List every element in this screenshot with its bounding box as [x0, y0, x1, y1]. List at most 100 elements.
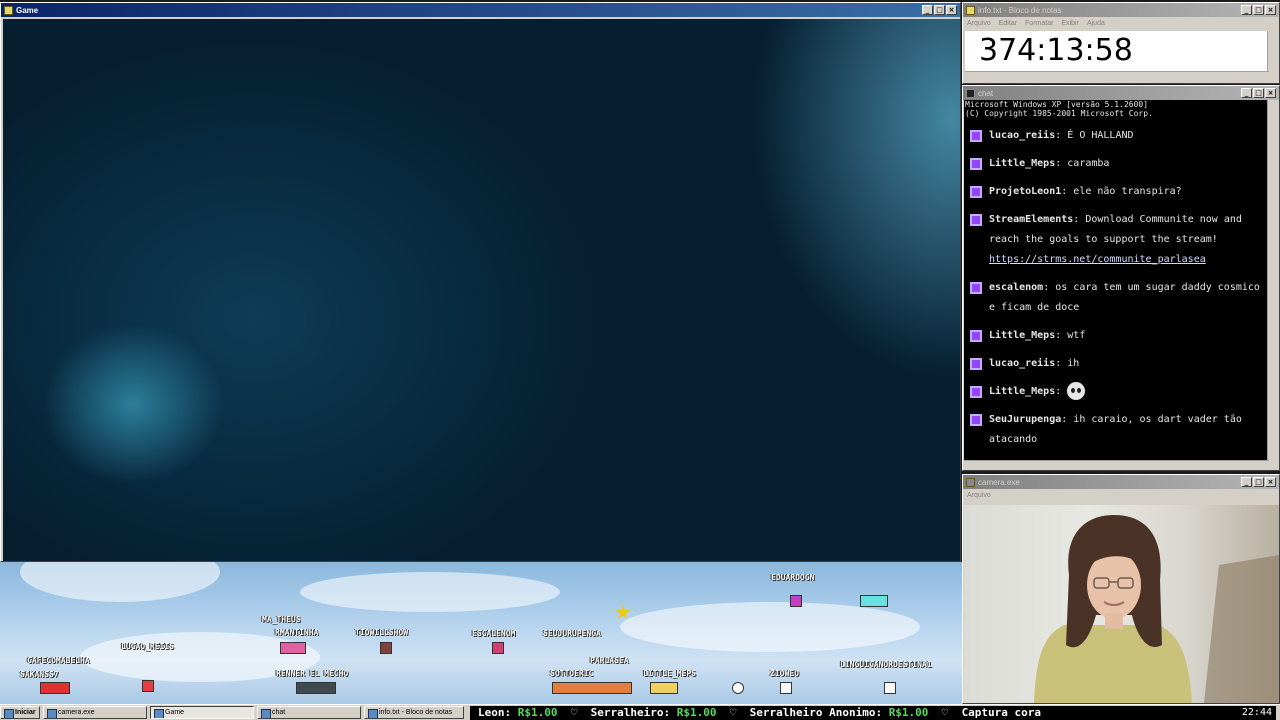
chat-username[interactable]: SeuJurupenga	[989, 414, 1061, 425]
chat-message: Little_Meps: wtf	[964, 326, 1269, 346]
game-window[interactable]: Game _ □ ×	[0, 2, 961, 562]
chat-username[interactable]: Little_Meps	[989, 158, 1055, 169]
avatar	[780, 682, 792, 694]
close-icon[interactable]: ×	[946, 5, 957, 15]
stream-scene: EDUARDOGN MA_THEUS RMANTINHA TIOWILLSHOW…	[0, 562, 962, 704]
menu-view[interactable]: Exibir	[1061, 20, 1079, 27]
game-viewport[interactable]	[3, 19, 960, 561]
menu-edit[interactable]: Editar	[999, 20, 1017, 27]
chat-hscroll[interactable]	[964, 460, 1269, 470]
cloud	[300, 572, 560, 612]
avatar	[380, 642, 392, 654]
notepad-vscroll[interactable]	[1267, 31, 1277, 71]
chat-vscroll[interactable]	[1267, 100, 1277, 460]
heart-icon: ♡	[935, 706, 955, 719]
minimize-icon[interactable]: _	[1241, 88, 1252, 98]
scene-username: EDUARDOGN	[771, 573, 815, 582]
chat-username[interactable]: Little_Meps	[989, 330, 1055, 341]
chat-username[interactable]: lucao_reiis	[989, 358, 1055, 369]
chat-message: ProjetoLeon1: ele não transpira?	[964, 182, 1269, 202]
chat-username[interactable]: lucao_reiis	[989, 130, 1055, 141]
webcam-feed	[964, 505, 1279, 703]
cloud	[20, 562, 220, 602]
taskbar-button-chat[interactable]: chat	[257, 706, 361, 719]
chat-username[interactable]: StreamElements	[989, 214, 1073, 225]
game-window-icon	[4, 5, 13, 15]
minimize-icon[interactable]: _	[1241, 5, 1252, 15]
chat-username[interactable]: ProjetoLeon1	[989, 186, 1061, 197]
avatar	[860, 595, 888, 607]
chat-username[interactable]: Little_Meps	[989, 386, 1055, 397]
menu-file[interactable]: Arquivo	[967, 20, 991, 27]
avatar	[40, 682, 70, 694]
avatar	[650, 682, 678, 694]
notepad-editor[interactable]: 374:13:58	[965, 31, 1269, 71]
close-icon[interactable]: ×	[1265, 88, 1276, 98]
avatar	[884, 682, 896, 694]
notepad-title: info.txt - Bloco de notas	[978, 5, 1062, 15]
menu-format[interactable]: Formatar	[1025, 20, 1053, 27]
ticker-amount: R$1.00	[888, 706, 929, 719]
platform-badge-icon	[970, 358, 982, 370]
cloud	[620, 602, 920, 652]
console-icon	[966, 88, 975, 98]
taskbar-button-notepad[interactable]: info.txt - Bloco de notas	[364, 706, 464, 719]
platform-badge-icon	[970, 330, 982, 342]
scene-username: ESCALENOM	[472, 629, 516, 638]
system-line: (C) Copyright 1985-2001 Microsoft Corp.	[965, 109, 1153, 118]
taskbar-button-game[interactable]: Game	[150, 706, 254, 719]
avatar	[732, 682, 744, 694]
scene-username: ZIOWEO	[770, 669, 799, 678]
scene-username: TIOWILLSHOW	[355, 628, 408, 637]
menu-file[interactable]: Arquivo	[967, 492, 991, 499]
chat-message: SeuJurupenga: ih caraio, os dart vader t…	[964, 410, 1269, 450]
platform-badge-icon	[970, 414, 982, 426]
maximize-icon[interactable]: □	[1253, 477, 1264, 487]
notepad-icon	[966, 5, 975, 15]
scene-username: PARLASEA	[590, 656, 629, 665]
minimize-icon[interactable]: _	[922, 5, 933, 15]
ticker-name: Serralheiro:	[590, 706, 671, 719]
maximize-icon[interactable]: □	[934, 5, 945, 15]
scene-username: RENNER EL MECHO	[276, 669, 349, 678]
chat-link[interactable]: https://strms.net/communite_parlasea	[989, 254, 1206, 265]
chat-message: Little_Meps: caramba	[964, 154, 1269, 174]
maximize-icon[interactable]: □	[1253, 88, 1264, 98]
notepad-window[interactable]: info.txt - Bloco de notas _ □ × Arquivo …	[962, 2, 1280, 84]
ticker-amount: R$1.00	[517, 706, 558, 719]
chat-window[interactable]: chat _ □ × Microsoft Windows XP [versão …	[962, 85, 1280, 471]
notepad-titlebar[interactable]: info.txt - Bloco de notas _ □ ×	[963, 3, 1279, 17]
platform-badge-icon	[970, 282, 982, 294]
menu-help[interactable]: Ajuda	[1087, 20, 1105, 27]
chat-messages: lucao_reiis: É O HALLAND Little_Meps: car…	[964, 126, 1269, 450]
chat-username[interactable]: escalenom	[989, 282, 1043, 293]
avatar	[280, 642, 306, 654]
platform-badge-icon	[970, 214, 982, 226]
close-icon[interactable]: ×	[1265, 477, 1276, 487]
scene-username: MA_THEUS	[262, 615, 301, 624]
chat-text: wtf	[1067, 330, 1086, 341]
ticker-name: Leon:	[478, 706, 512, 719]
webcam-person-image	[1034, 515, 1279, 703]
chat-message: StreamElements: Download Communite now a…	[964, 210, 1269, 270]
chat-titlebar[interactable]: chat _ □ ×	[963, 86, 1279, 100]
heart-icon: ♡	[723, 706, 743, 719]
notepad-menubar: Arquivo Editar Formatar Exibir Ajuda	[963, 17, 1279, 29]
maximize-icon[interactable]: □	[1253, 5, 1264, 15]
avatar	[142, 680, 154, 692]
start-button[interactable]: Iniciar	[0, 706, 40, 719]
camera-titlebar[interactable]: camera.exe _ □ ×	[963, 475, 1279, 489]
chat-title: chat	[978, 88, 994, 98]
scene-username: LINGUICANORDESTINA1	[840, 660, 932, 669]
avatar	[552, 682, 632, 694]
chat-console[interactable]: Microsoft Windows XP [versão 5.1.2600] (…	[964, 100, 1269, 460]
notepad-hscroll[interactable]	[965, 71, 1269, 81]
camera-window[interactable]: camera.exe _ □ × Arquivo	[962, 474, 1280, 704]
taskbar-button-camera[interactable]: camera.exe	[43, 706, 147, 719]
game-titlebar[interactable]: Game _ □ ×	[1, 3, 960, 17]
scene-username: CAFECOMABELHA	[27, 656, 90, 665]
chat-text: ih	[1067, 358, 1080, 369]
minimize-icon[interactable]: _	[1241, 477, 1252, 487]
platform-badge-icon	[970, 130, 982, 142]
close-icon[interactable]: ×	[1265, 5, 1276, 15]
